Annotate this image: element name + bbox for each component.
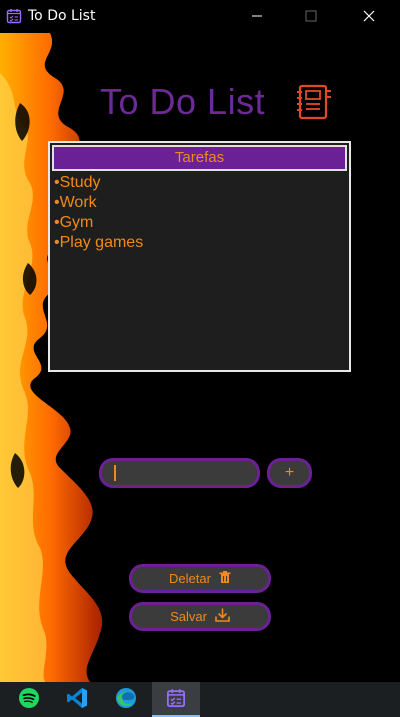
window-title: To Do List bbox=[28, 8, 96, 24]
task-list-header: Tarefas bbox=[52, 145, 347, 171]
text-caret bbox=[114, 465, 116, 481]
taskbar bbox=[0, 682, 400, 717]
delete-button[interactable]: Deletar bbox=[129, 564, 271, 593]
vscode-icon bbox=[66, 687, 88, 713]
task-list-item[interactable]: •Gym bbox=[50, 213, 349, 233]
taskbar-edge[interactable] bbox=[102, 682, 150, 717]
taskbar-spotify[interactable] bbox=[5, 682, 53, 717]
save-button-label: Salvar bbox=[170, 609, 207, 624]
edge-icon bbox=[115, 687, 137, 713]
download-icon bbox=[215, 608, 230, 625]
save-button[interactable]: Salvar bbox=[129, 602, 271, 631]
spotify-icon bbox=[18, 687, 40, 713]
task-list-item[interactable]: •Play games bbox=[50, 233, 349, 253]
notebook-icon bbox=[296, 83, 332, 121]
todo-app-icon bbox=[166, 688, 186, 712]
minimize-button[interactable] bbox=[234, 0, 280, 33]
new-task-input[interactable] bbox=[99, 458, 260, 488]
app-title: To Do List bbox=[100, 81, 266, 122]
add-task-button[interactable]: + bbox=[267, 458, 312, 488]
task-list-item[interactable]: •Work bbox=[50, 193, 349, 213]
taskbar-todo-app[interactable] bbox=[152, 682, 200, 717]
app-content: To Do List Tarefas •Study •Work •Gym •Pl… bbox=[0, 33, 400, 682]
taskbar-vscode[interactable] bbox=[53, 682, 101, 717]
maximize-button[interactable] bbox=[288, 0, 334, 33]
trash-icon bbox=[219, 570, 231, 587]
close-icon bbox=[363, 7, 375, 26]
delete-button-label: Deletar bbox=[169, 571, 211, 586]
task-list[interactable]: Tarefas •Study •Work •Gym •Play games bbox=[48, 141, 351, 372]
minimize-icon bbox=[251, 7, 263, 26]
maximize-icon bbox=[305, 7, 317, 26]
close-button[interactable] bbox=[346, 0, 392, 33]
window-titlebar: To Do List bbox=[0, 0, 400, 33]
todo-calendar-icon bbox=[6, 8, 22, 24]
task-list-item[interactable]: •Study bbox=[50, 173, 349, 193]
